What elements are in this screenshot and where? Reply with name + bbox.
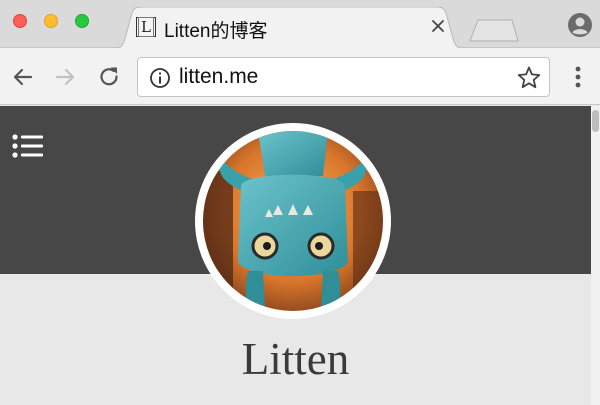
browser-toolbar: litten.me (0, 48, 600, 105)
arrow-left-icon[interactable] (10, 64, 36, 90)
tab-title: Litten的博客 (164, 21, 268, 42)
star-icon[interactable] (516, 65, 542, 91)
scrollbar-thumb[interactable] (592, 110, 599, 132)
avatar[interactable] (195, 123, 391, 319)
site-title: Litten (241, 334, 350, 384)
info-icon[interactable] (149, 67, 171, 89)
favicon-icon: L (136, 17, 156, 37)
scrollbar[interactable] (591, 106, 600, 405)
avatar-image (203, 131, 383, 311)
page-content: Litten (0, 106, 600, 405)
tab-active[interactable]: L Litten的博客 (114, 7, 464, 49)
new-tab-icon[interactable] (468, 18, 520, 42)
window-close-button[interactable] (13, 14, 27, 28)
close-icon[interactable] (431, 19, 445, 33)
window-minimize-button[interactable] (44, 14, 58, 28)
address-bar[interactable]: litten.me (137, 57, 550, 97)
list-menu-icon[interactable] (12, 134, 44, 158)
more-vert-icon[interactable] (568, 63, 588, 91)
account-circle-icon[interactable] (567, 12, 593, 38)
window-zoom-button[interactable] (75, 14, 89, 28)
tab-strip: L Litten的博客 (0, 0, 600, 49)
url-text[interactable]: litten.me (179, 65, 258, 89)
reload-icon[interactable] (96, 64, 122, 90)
favicon-letter: L (138, 17, 154, 37)
arrow-right-icon[interactable] (52, 64, 78, 90)
